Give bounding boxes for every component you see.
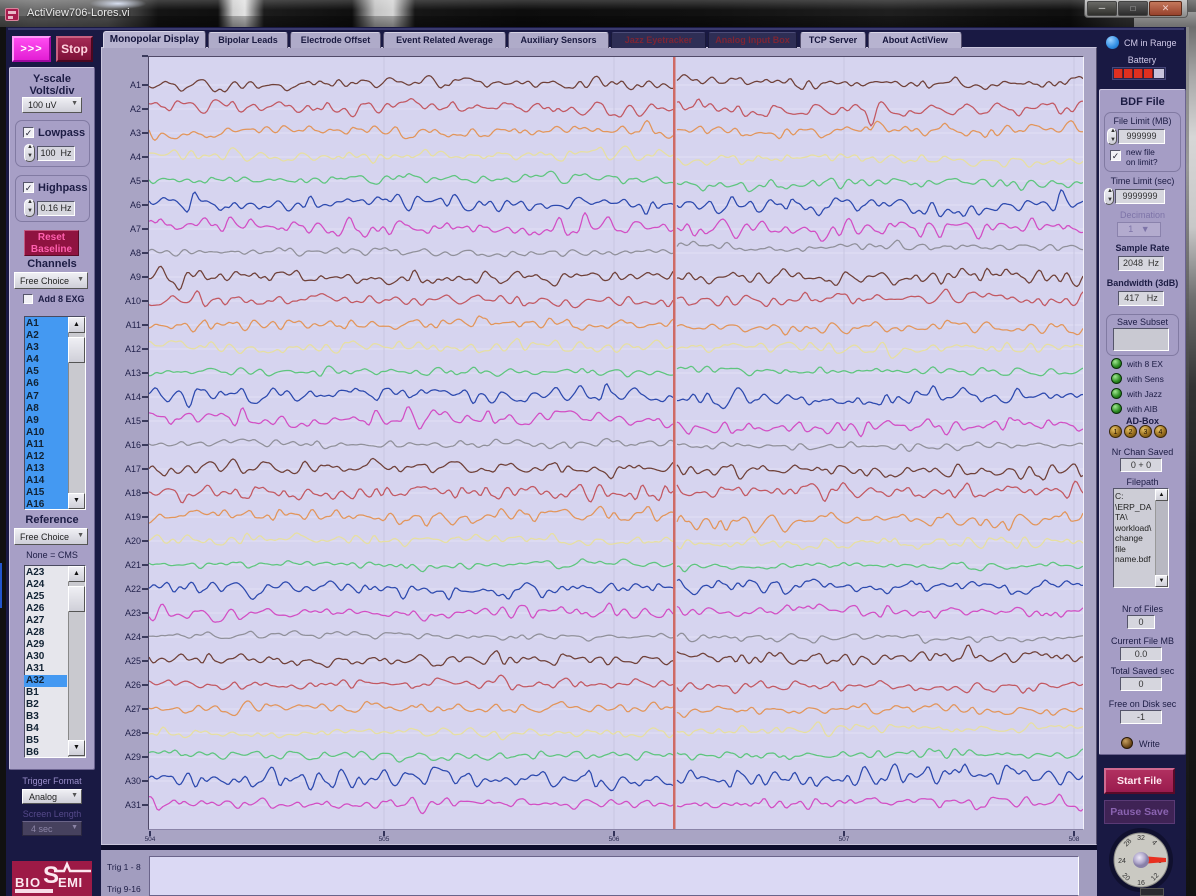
svg-text:32: 32 (1137, 835, 1145, 842)
svg-text:24: 24 (1118, 858, 1126, 865)
svg-text:16: 16 (1137, 880, 1145, 887)
